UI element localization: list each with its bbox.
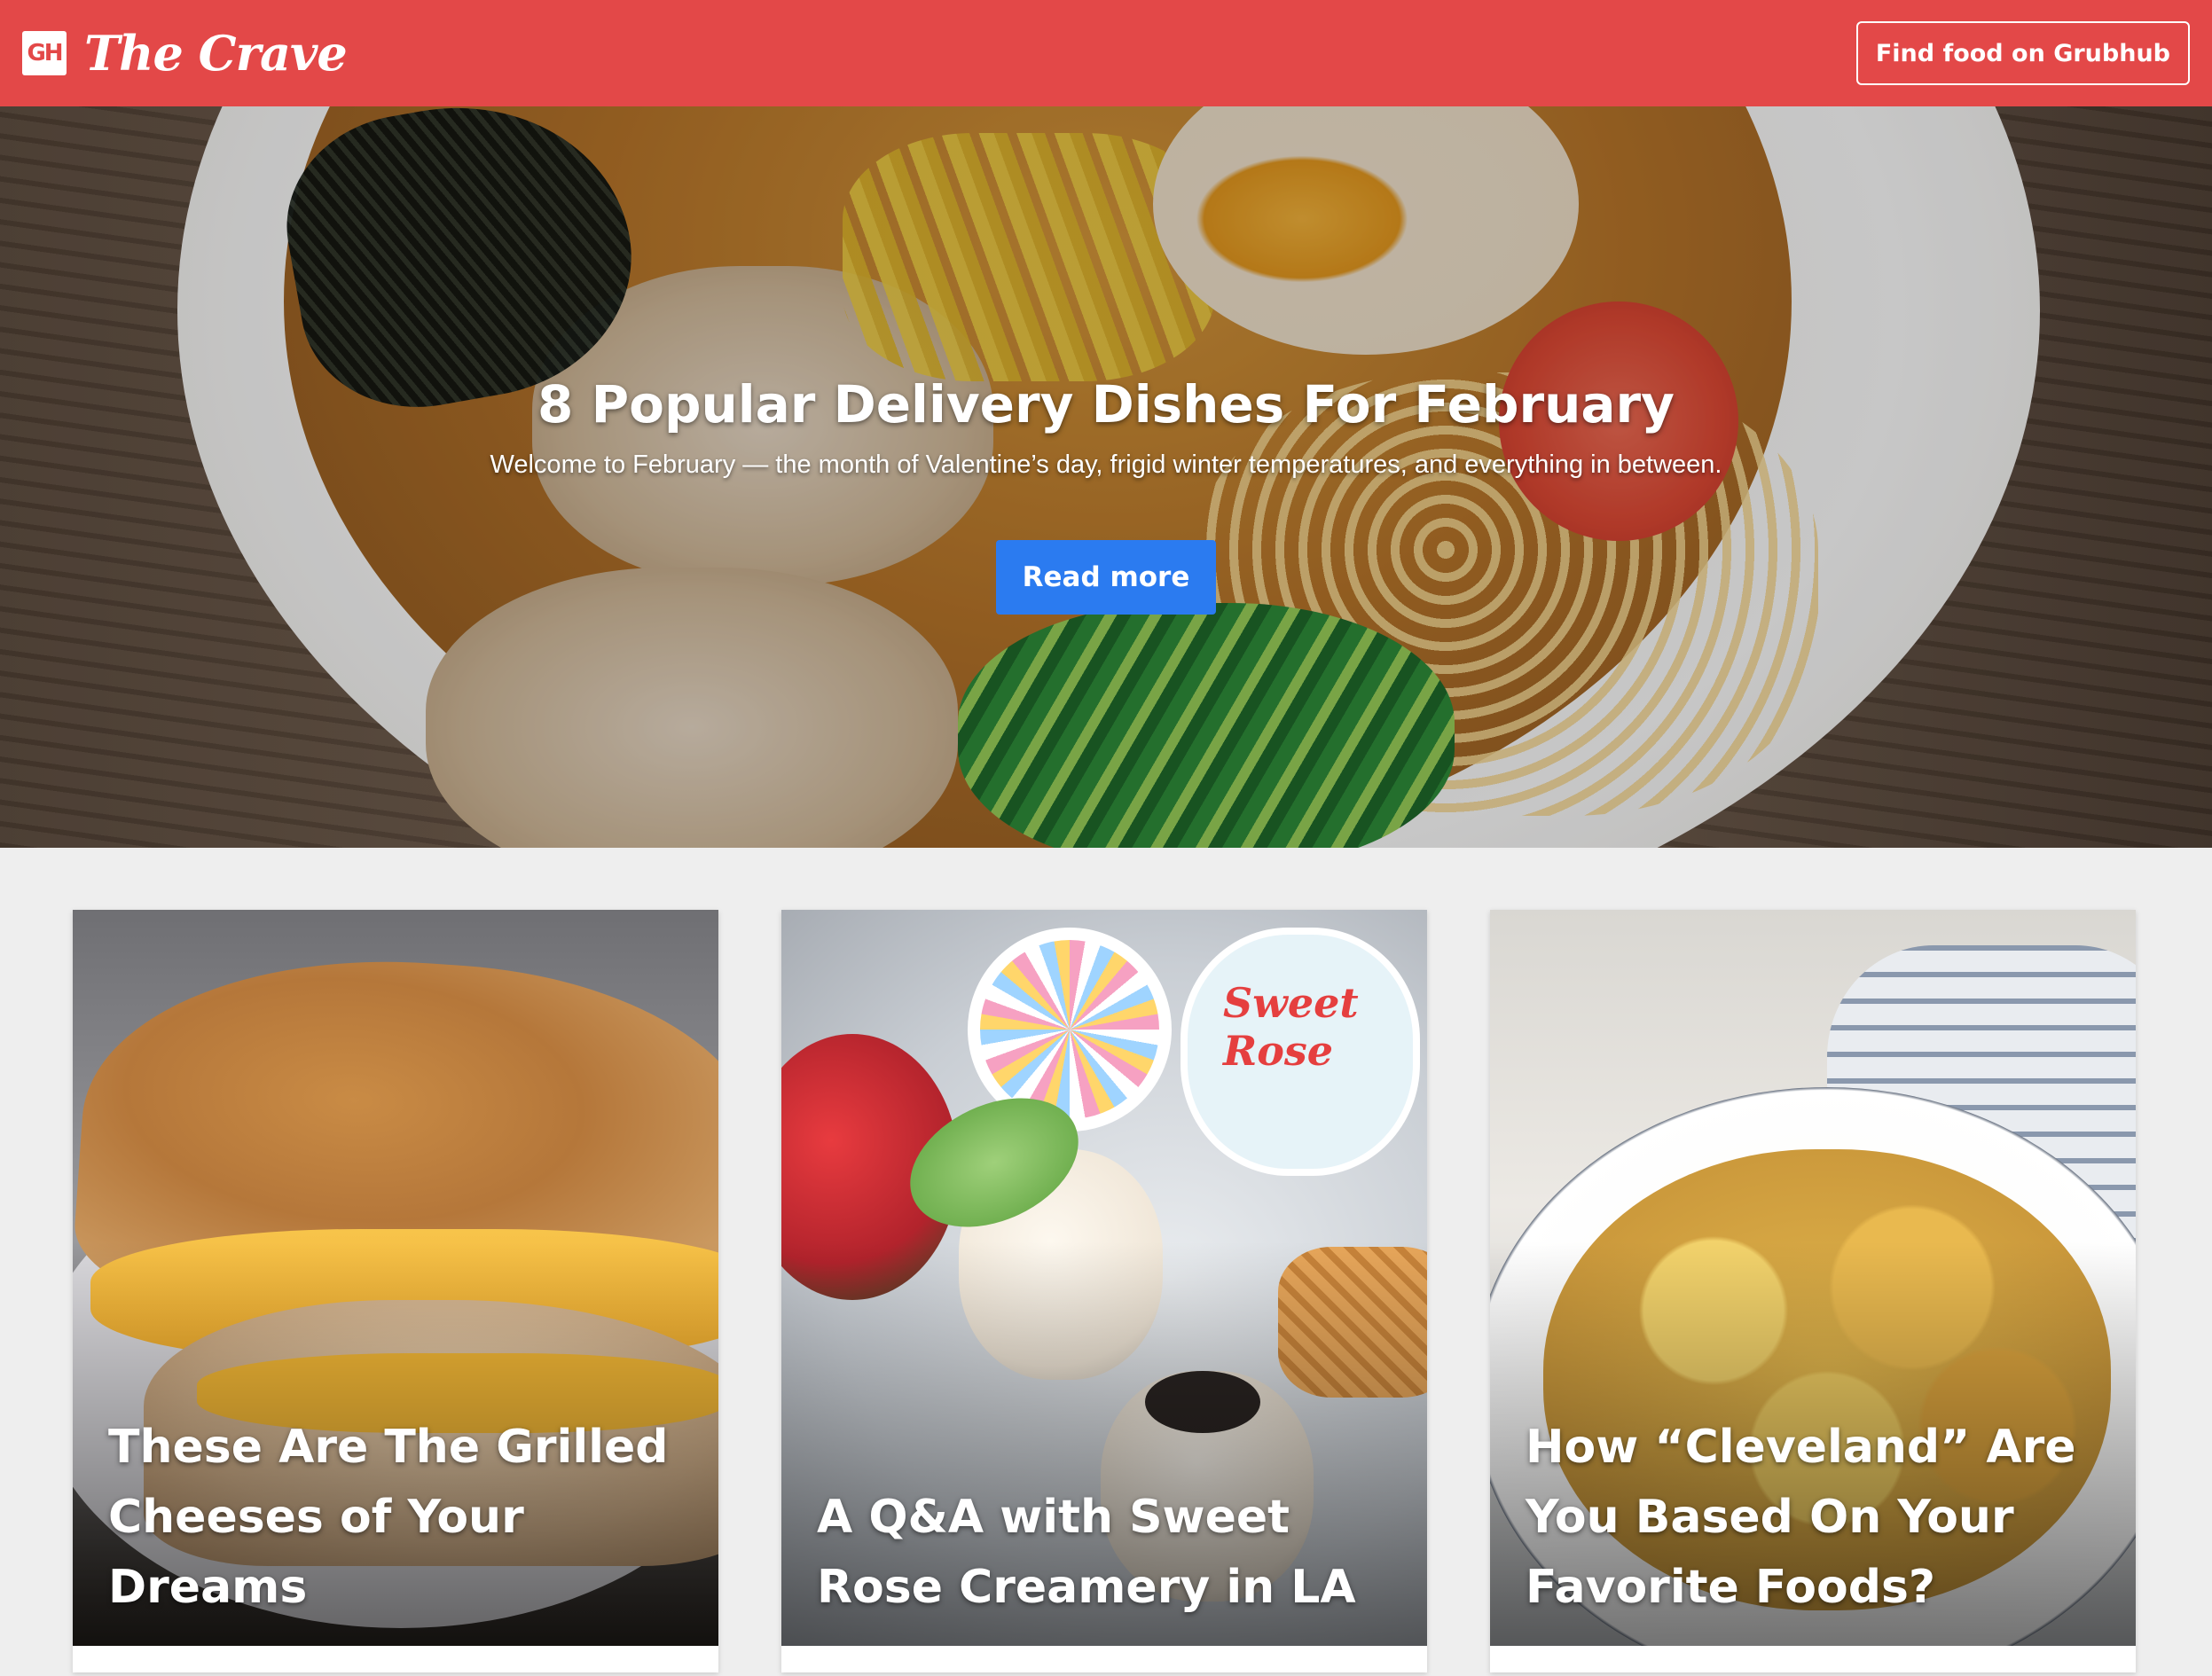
find-food-button[interactable]: Find food on Grubhub xyxy=(1855,21,2190,85)
card-title[interactable]: These Are The Grilled Cheeses of Your Dr… xyxy=(108,1413,692,1623)
hero-banner: 8 Popular Delivery Dishes For February W… xyxy=(0,106,2212,848)
hero-title[interactable]: 8 Popular Delivery Dishes For February xyxy=(537,374,1675,435)
ice-cream-image: Sweet Rose A Q&A with Sweet Rose Creamer… xyxy=(781,910,1427,1646)
article-card-sweet-rose[interactable]: Sweet Rose A Q&A with Sweet Rose Creamer… xyxy=(781,910,1427,1672)
article-card-cleveland[interactable]: How “Cleveland” Are You Based On Your Fa… xyxy=(1490,910,2136,1672)
article-card-grilled-cheese[interactable]: These Are The Grilled Cheeses of Your Dr… xyxy=(73,910,718,1672)
card-footer xyxy=(1490,1646,2136,1672)
card-footer xyxy=(73,1646,718,1672)
card-footer xyxy=(781,1646,1427,1672)
article-cards: These Are The Grilled Cheeses of Your Dr… xyxy=(73,910,2139,1676)
card-title[interactable]: A Q&A with Sweet Rose Creamery in LA xyxy=(817,1483,1400,1623)
read-more-button[interactable]: Read more xyxy=(995,540,1217,615)
pierogi-image: How “Cleveland” Are You Based On Your Fa… xyxy=(1490,910,2136,1646)
brand-link[interactable]: GH The Crave xyxy=(22,25,348,82)
hero-subtitle: Welcome to February — the month of Valen… xyxy=(490,450,1722,479)
hero-content: 8 Popular Delivery Dishes For February W… xyxy=(0,106,2212,848)
tub-brand-text: Sweet Rose xyxy=(1223,979,1359,1075)
brand-name: The Crave xyxy=(84,25,348,82)
grubhub-logo-icon: GH xyxy=(22,31,67,75)
top-bar: GH The Crave Find food on Grubhub xyxy=(0,0,2212,106)
grilled-cheese-image: These Are The Grilled Cheeses of Your Dr… xyxy=(73,910,718,1646)
card-title[interactable]: How “Cleveland” Are You Based On Your Fa… xyxy=(1526,1413,2109,1623)
